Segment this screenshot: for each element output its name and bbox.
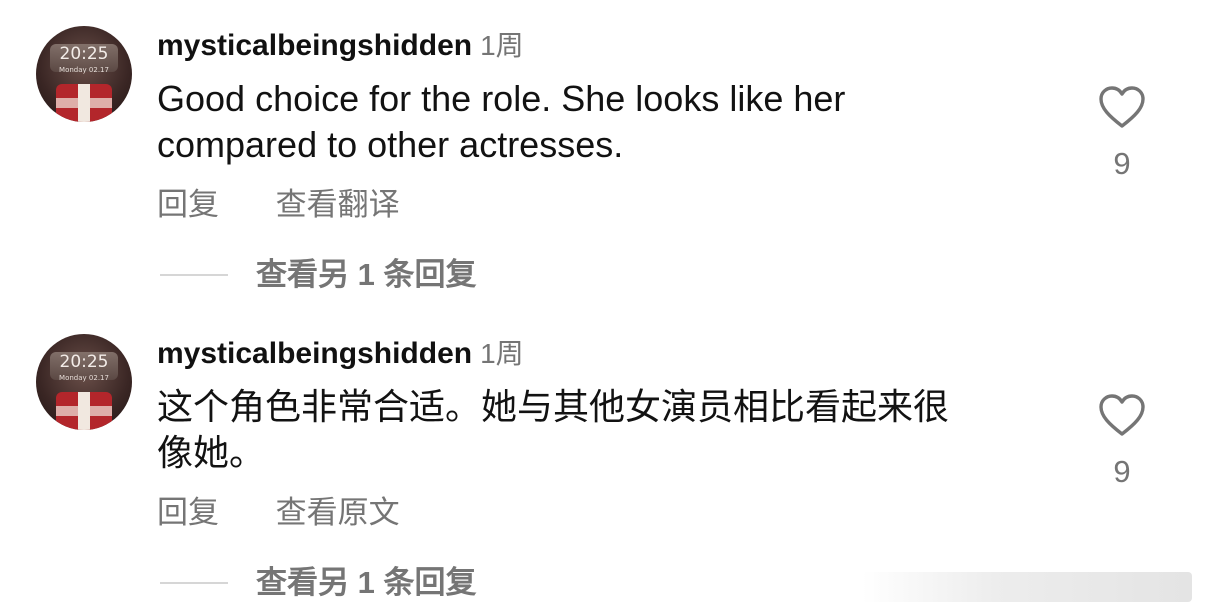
comment-text-line: 这个角色非常合适。她与其他女演员相比看起来很 [157,386,950,427]
like-control: 9 [1096,84,1148,182]
avatar[interactable]: 20:25 Monday 02.17 [36,334,132,430]
avatar-date-text: Monday 02.17 [59,374,109,382]
comment-header: mysticalbeingshidden 1周 [157,334,524,374]
like-count: 9 [1113,146,1131,181]
username-link[interactable]: mysticalbeingshidden [157,29,472,62]
avatar-time-text: 20:25 [59,44,109,64]
comment-actions: 回复 查看翻译 [157,184,400,226]
like-count: 9 [1113,454,1131,489]
view-replies-row[interactable]: 查看另 1 条回复 [160,254,476,296]
watermark-overlay [862,572,1192,602]
reply-button[interactable]: 回复 [157,184,219,226]
username-link[interactable]: mysticalbeingshidden [157,337,472,370]
avatar[interactable]: 20:25 Monday 02.17 [36,26,132,122]
comment-text: 这个角色非常合适。她与其他女演员相比看起来很 像她。 [157,384,1057,476]
thread-divider [160,274,228,276]
comment-age: 1周 [480,30,524,61]
comment-text: Good choice for the role. She looks like… [157,76,1057,168]
reply-button[interactable]: 回复 [157,492,219,534]
heart-outline-icon[interactable] [1097,84,1147,130]
view-replies-row[interactable]: 查看另 1 条回复 [160,562,476,604]
avatar-time-text: 20:25 [59,352,109,372]
comment-actions: 回复 查看原文 [157,492,400,534]
view-original-button[interactable]: 查看原文 [276,492,400,534]
view-replies-button[interactable]: 查看另 1 条回复 [256,562,476,604]
comment-text-line: compared to other actresses. [157,124,624,165]
comment-text-line: 像她。 [157,432,266,473]
like-control: 9 [1096,392,1148,490]
comment-header: mysticalbeingshidden 1周 [157,26,524,66]
view-replies-button[interactable]: 查看另 1 条回复 [256,254,476,296]
translate-button[interactable]: 查看翻译 [276,184,400,226]
avatar-gift-graphic [56,392,112,430]
heart-outline-icon[interactable] [1097,392,1147,438]
thread-divider [160,582,228,584]
avatar-date-text: Monday 02.17 [59,66,109,74]
comment-age: 1周 [480,338,524,369]
avatar-gift-graphic [56,84,112,122]
comment-text-line: Good choice for the role. She looks like… [157,78,846,119]
comments-page: 20:25 Monday 02.17 mysticalbeingshidden 1… [0,0,1206,614]
